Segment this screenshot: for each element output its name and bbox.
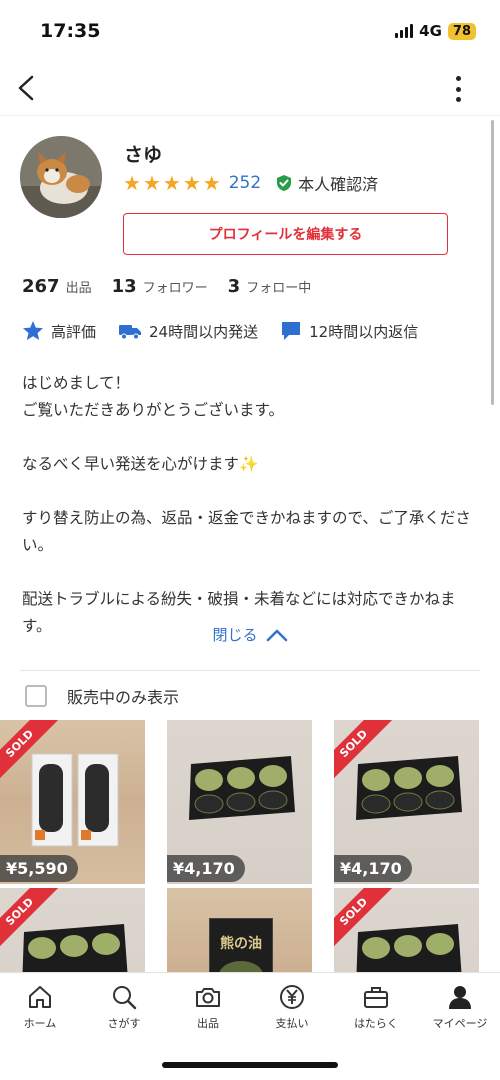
- avatar[interactable]: [20, 136, 102, 218]
- back-icon[interactable]: [14, 72, 42, 104]
- star-icon: ★: [123, 171, 141, 195]
- product-image: [189, 756, 295, 820]
- following-count[interactable]: 3: [228, 276, 241, 297]
- tab-work[interactable]: はたらく: [336, 983, 416, 1031]
- status-bar: 17:35 4G 78: [0, 0, 500, 60]
- item-tile[interactable]: SOLD: [0, 888, 145, 972]
- product-label: 熊の油: [220, 936, 262, 952]
- product-image: [22, 924, 128, 972]
- divider: [20, 670, 480, 671]
- rating-count[interactable]: 252: [229, 173, 261, 193]
- star-icon: [23, 321, 43, 340]
- product-image: [356, 924, 462, 972]
- person-icon: [449, 986, 471, 1009]
- star-icon: ★: [182, 171, 201, 195]
- home-indicator: [162, 1062, 338, 1068]
- follower-label: フォロワー: [142, 281, 208, 296]
- close-bio-link[interactable]: 閉じる: [0, 624, 500, 645]
- status-indicators: 4G 78: [395, 22, 476, 40]
- signal-icon: [395, 24, 414, 38]
- yen-icon: [280, 985, 304, 1009]
- edit-profile-button[interactable]: プロフィールを編集する: [123, 213, 448, 255]
- verified-label: 本人確認済: [298, 175, 379, 194]
- badge-label: 高評価: [51, 322, 97, 341]
- price-tag: ¥4,170: [167, 855, 245, 882]
- profile-bio: はじめまして！ ご覧いただきありがとうございます。 なるべく早い発送を心がけます…: [22, 374, 471, 635]
- on-sale-checkbox[interactable]: [25, 685, 47, 707]
- on-sale-filter[interactable]: 販売中のみ表示: [25, 684, 179, 708]
- follower-count[interactable]: 13: [112, 276, 137, 297]
- tab-label: 支払い: [275, 1017, 309, 1030]
- home-icon: [29, 986, 51, 1008]
- battery-indicator: 78: [447, 22, 476, 40]
- star-icon: ★: [162, 171, 181, 195]
- tab-label: マイページ: [432, 1017, 488, 1030]
- badge-label: 12時間以内返信: [309, 322, 419, 341]
- product-image: 熊の油: [209, 918, 273, 972]
- network-type: 4G: [419, 22, 442, 40]
- product-image: [356, 756, 462, 820]
- item-tile[interactable]: ¥4,170: [167, 720, 312, 884]
- price-tag: ¥5,590: [0, 855, 78, 882]
- tab-sell[interactable]: 出品: [168, 983, 248, 1031]
- price-tag: ¥4,170: [334, 855, 412, 882]
- chat-icon: [282, 322, 301, 340]
- stats-row: 267 出品 13 フォロワー 3 フォロー中: [22, 276, 331, 297]
- user-name: さゆ: [124, 144, 163, 166]
- more-options-icon[interactable]: [454, 76, 462, 102]
- tab-label: はたらく: [354, 1017, 398, 1030]
- item-tile[interactable]: 熊の油: [167, 888, 312, 972]
- scrollbar[interactable]: [491, 120, 494, 405]
- briefcase-icon: [364, 987, 388, 1008]
- badge-fast-shipping: 24時間以内発送: [118, 321, 258, 342]
- tab-home[interactable]: ホーム: [0, 983, 80, 1031]
- tab-payment[interactable]: 支払い: [252, 983, 332, 1031]
- rating-row[interactable]: ★ ★ ★ ★ ★ 252 本人確認済: [123, 171, 378, 195]
- item-grid: SOLD ¥5,590 ¥4,170 SOLD ¥4,170 SOLD 熊の油 …: [0, 720, 500, 972]
- item-tile[interactable]: SOLD ¥4,170: [334, 720, 479, 884]
- tab-mypage[interactable]: マイページ: [420, 983, 500, 1031]
- tab-label: さがす: [107, 1017, 141, 1030]
- camera-icon: [196, 988, 220, 1007]
- badges-row: 高評価 24時間以内発送 12時間以内返信: [22, 320, 440, 342]
- badge-quick-reply: 12時間以内返信: [280, 320, 418, 342]
- star-icon: ★: [142, 171, 161, 195]
- item-tile[interactable]: SOLD ¥5,590: [0, 720, 145, 884]
- listing-label: 出品: [65, 281, 92, 296]
- star-icon: ★: [202, 171, 221, 195]
- search-icon: [113, 986, 137, 1010]
- close-bio-label: 閉じる: [212, 626, 258, 644]
- rating-stars: ★ ★ ★ ★ ★: [123, 173, 221, 193]
- item-tile[interactable]: SOLD: [334, 888, 479, 972]
- truck-icon: [119, 325, 142, 340]
- badge-high-rating: 高評価: [22, 320, 96, 342]
- status-time: 17:35: [40, 20, 101, 42]
- nav-bar: [0, 60, 500, 116]
- following-label: フォロー中: [246, 281, 312, 296]
- listing-count[interactable]: 267: [22, 276, 60, 297]
- tab-label: 出品: [197, 1017, 219, 1030]
- chevron-up-icon: [266, 629, 287, 641]
- tab-label: ホーム: [23, 1017, 57, 1030]
- on-sale-filter-label: 販売中のみ表示: [67, 688, 180, 707]
- verified-shield-icon: [277, 175, 292, 191]
- badge-label: 24時間以内発送: [149, 322, 259, 341]
- tab-search[interactable]: さがす: [84, 983, 164, 1031]
- product-image: [31, 753, 119, 847]
